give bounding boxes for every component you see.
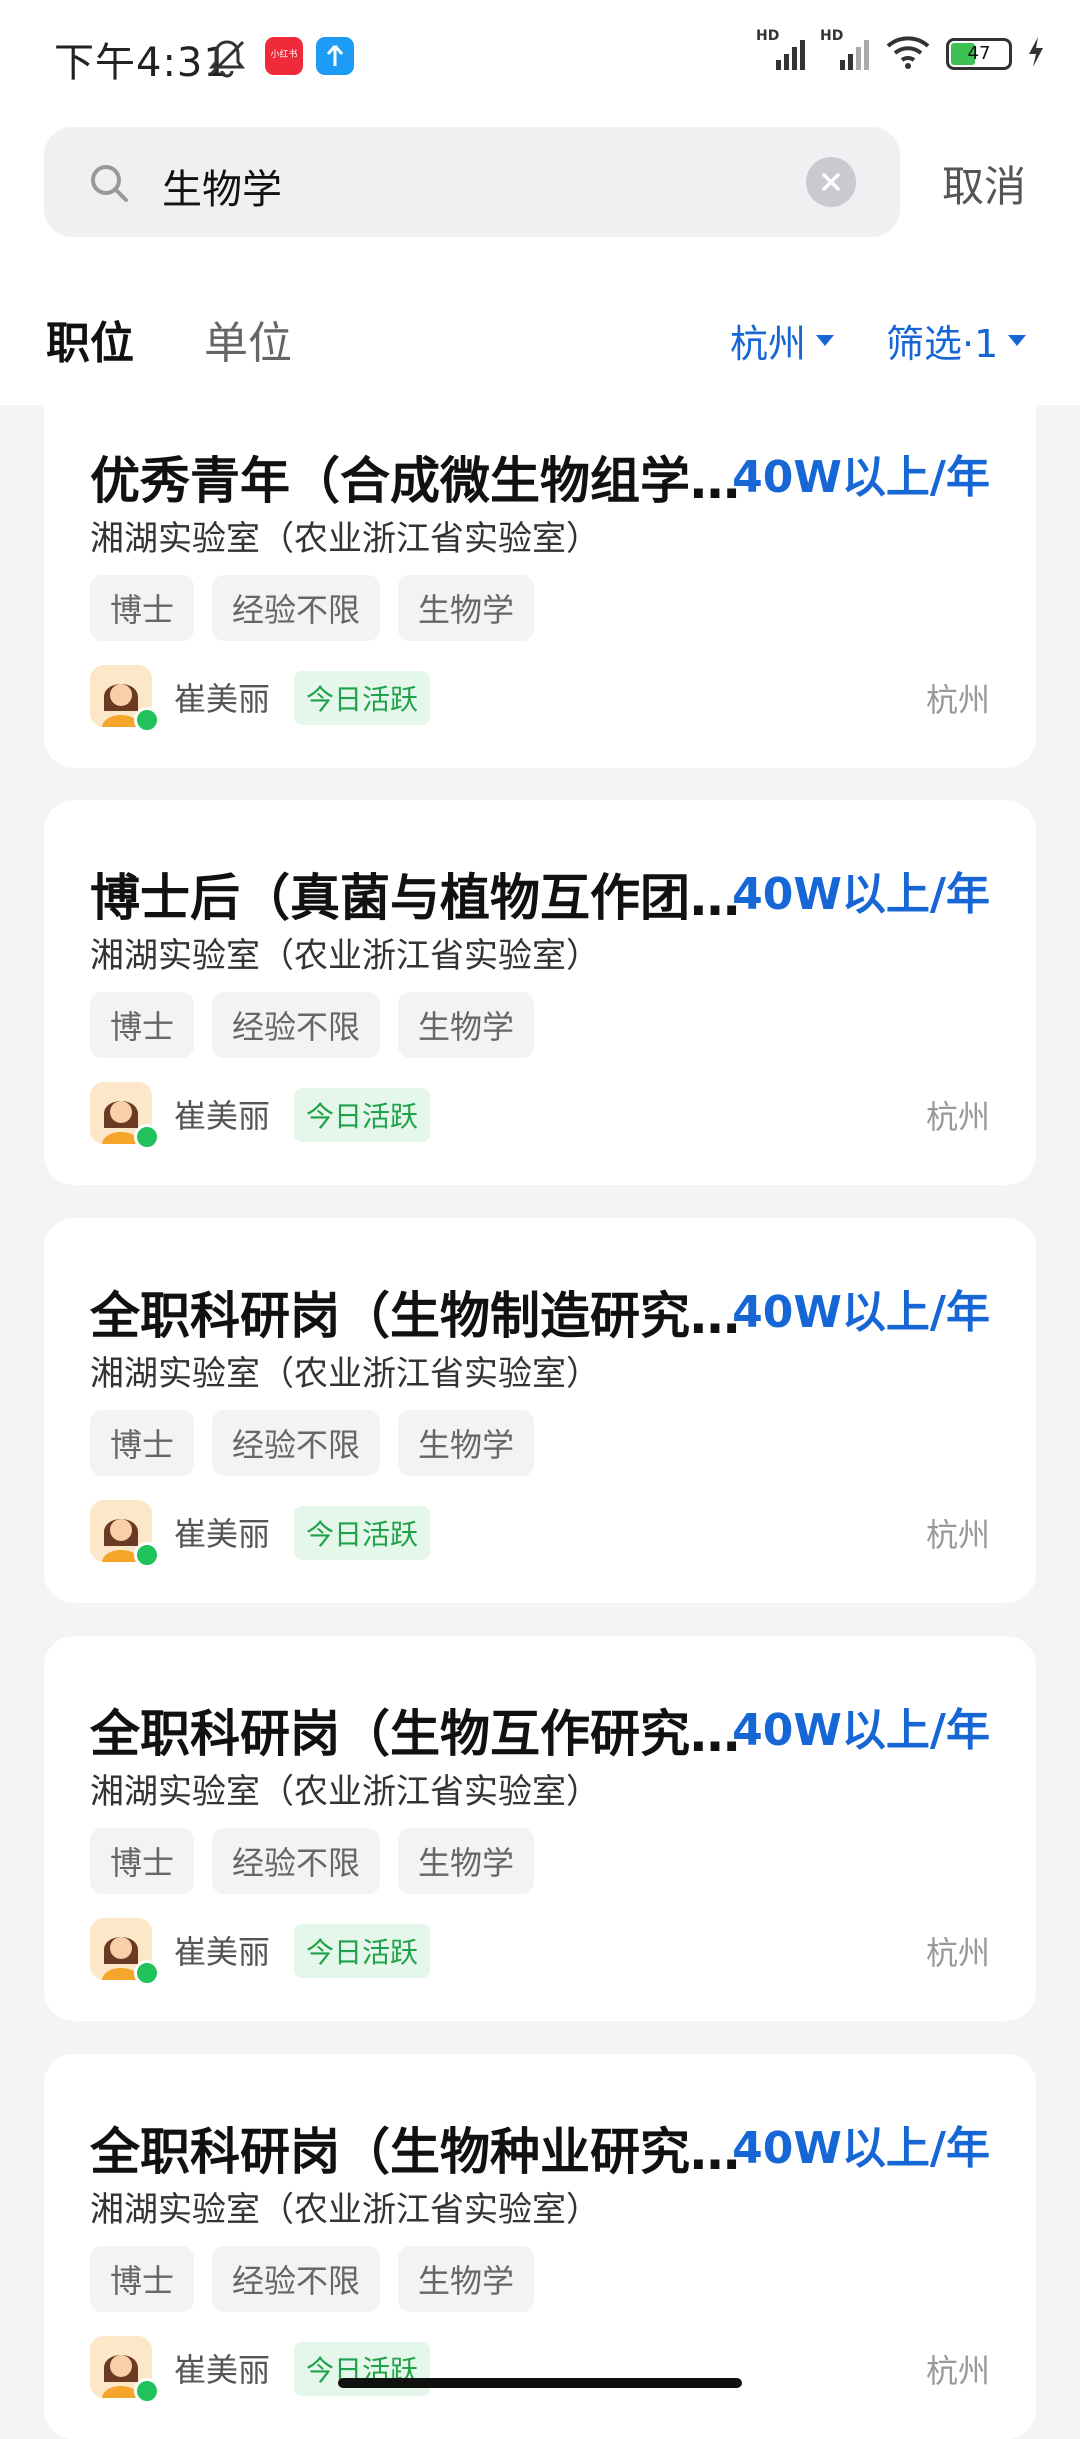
home-indicator[interactable] xyxy=(338,2378,742,2388)
online-status-dot xyxy=(134,707,160,733)
filter-label: 筛选·1 xyxy=(886,322,999,366)
signal-icon: HD xyxy=(820,28,870,74)
job-salary: 40W以上/年 xyxy=(732,2123,990,2174)
upload-app-icon xyxy=(316,37,354,75)
avatar xyxy=(90,1500,160,1568)
avatar xyxy=(90,665,160,733)
job-title: 全职科研岗（生物互作研究… xyxy=(90,1705,740,1763)
recruiter-name: 崔美丽 xyxy=(174,1933,271,1971)
signal-icon: HD xyxy=(756,28,806,74)
tag-degree: 博士 xyxy=(90,1410,195,1476)
status-right-group: HD HD 47 xyxy=(756,28,1046,78)
cancel-button[interactable]: 取消 xyxy=(942,153,1026,214)
job-card[interactable]: 博士后（真菌与植物互作团… 40W以上/年 湘湖实验室（农业浙江省实验室） 博士… xyxy=(44,800,1036,1185)
tag-degree: 博士 xyxy=(90,992,195,1058)
app-badge-icon: 小红书 xyxy=(265,37,303,75)
recruiter-name: 崔美丽 xyxy=(174,2351,271,2389)
city-filter-label: 杭州 xyxy=(730,322,807,366)
app-badge-label: 小红书 xyxy=(270,50,298,60)
recruiter-name: 崔美丽 xyxy=(174,1515,271,1553)
job-tags: 博士 经验不限 生物学 xyxy=(90,992,535,1058)
tag-degree: 博士 xyxy=(90,1828,195,1894)
company-name: 湘湖实验室（农业浙江省实验室） xyxy=(90,1354,600,1394)
tag-field: 生物学 xyxy=(398,1828,535,1894)
online-status-dot xyxy=(134,1960,160,1986)
battery-icon: 47 xyxy=(946,38,1012,70)
active-status-badge: 今日活跃 xyxy=(294,1088,431,1142)
clear-search-button[interactable] xyxy=(806,157,856,207)
job-card[interactable]: 全职科研岗（生物互作研究… 40W以上/年 湘湖实验室（农业浙江省实验室） 博士… xyxy=(44,1636,1036,2021)
job-salary: 40W以上/年 xyxy=(732,1705,990,1756)
tag-experience: 经验不限 xyxy=(212,1410,381,1476)
job-tags: 博士 经验不限 生物学 xyxy=(90,1410,535,1476)
tag-field: 生物学 xyxy=(398,2246,535,2312)
city-filter-dropdown[interactable]: 杭州 xyxy=(730,313,835,368)
mute-bell-icon xyxy=(205,36,249,84)
tab-positions[interactable]: 职位 xyxy=(46,307,134,371)
job-city: 杭州 xyxy=(925,681,990,719)
avatar xyxy=(90,2336,160,2404)
job-city: 杭州 xyxy=(925,1098,990,1136)
online-status-dot xyxy=(134,1542,160,1568)
online-status-dot xyxy=(134,1124,160,1150)
job-card[interactable]: 优秀青年（合成微生物组学… 40W以上/年 湘湖实验室（农业浙江省实验室） 博士… xyxy=(44,383,1036,768)
online-status-dot xyxy=(134,2378,160,2404)
company-name: 湘湖实验室（农业浙江省实验室） xyxy=(90,936,600,976)
search-input[interactable]: 生物学 xyxy=(44,127,900,237)
tag-field: 生物学 xyxy=(398,1410,535,1476)
job-title: 全职科研岗（生物种业研究… xyxy=(90,2123,740,2181)
job-salary: 40W以上/年 xyxy=(732,452,990,503)
status-bar: 下午4:31 小红书 HD HD 47 xyxy=(0,0,1080,115)
active-status-badge: 今日活跃 xyxy=(294,1506,431,1560)
tag-degree: 博士 xyxy=(90,2246,195,2312)
tag-experience: 经验不限 xyxy=(212,992,381,1058)
tag-experience: 经验不限 xyxy=(212,575,381,641)
avatar xyxy=(90,1082,160,1150)
caret-down-icon xyxy=(1008,335,1027,346)
charging-icon xyxy=(1026,35,1046,73)
close-icon xyxy=(822,173,840,191)
active-status-badge: 今日活跃 xyxy=(294,1924,431,1978)
avatar xyxy=(90,1918,160,1986)
job-city: 杭州 xyxy=(925,1516,990,1554)
company-name: 湘湖实验室（农业浙江省实验室） xyxy=(90,519,600,559)
search-icon xyxy=(88,162,130,208)
job-tags: 博士 经验不限 生物学 xyxy=(90,1828,535,1894)
caret-down-icon xyxy=(816,335,835,346)
job-card[interactable]: 全职科研岗（生物制造研究… 40W以上/年 湘湖实验室（农业浙江省实验室） 博士… xyxy=(44,1218,1036,1603)
job-city: 杭州 xyxy=(925,2352,990,2390)
recruiter-name: 崔美丽 xyxy=(174,680,271,718)
job-title: 优秀青年（合成微生物组学… xyxy=(90,452,740,510)
tag-experience: 经验不限 xyxy=(212,1828,381,1894)
tag-degree: 博士 xyxy=(90,575,195,641)
company-name: 湘湖实验室（农业浙江省实验室） xyxy=(90,1772,600,1812)
tab-units[interactable]: 单位 xyxy=(204,307,292,371)
filter-dropdown[interactable]: 筛选·1 xyxy=(886,313,1027,368)
tag-experience: 经验不限 xyxy=(212,2246,381,2312)
wifi-icon xyxy=(884,32,932,76)
search-query[interactable]: 生物学 xyxy=(162,157,282,215)
status-time: 下午4:31 xyxy=(54,40,230,86)
job-tags: 博士 经验不限 生物学 xyxy=(90,2246,535,2312)
tag-field: 生物学 xyxy=(398,992,535,1058)
job-title: 全职科研岗（生物制造研究… xyxy=(90,1287,740,1345)
job-salary: 40W以上/年 xyxy=(732,1287,990,1338)
job-title: 博士后（真菌与植物互作团… xyxy=(90,869,740,927)
job-tags: 博士 经验不限 生物学 xyxy=(90,575,535,641)
active-status-badge: 今日活跃 xyxy=(294,671,431,725)
job-salary: 40W以上/年 xyxy=(732,869,990,920)
battery-level: 47 xyxy=(967,43,991,64)
tag-field: 生物学 xyxy=(398,575,535,641)
recruiter-name: 崔美丽 xyxy=(174,1097,271,1135)
job-city: 杭州 xyxy=(925,1934,990,1972)
search-header: 生物学 取消 职位 单位 杭州 筛选·1 xyxy=(0,115,1080,405)
company-name: 湘湖实验室（农业浙江省实验室） xyxy=(90,2190,600,2230)
